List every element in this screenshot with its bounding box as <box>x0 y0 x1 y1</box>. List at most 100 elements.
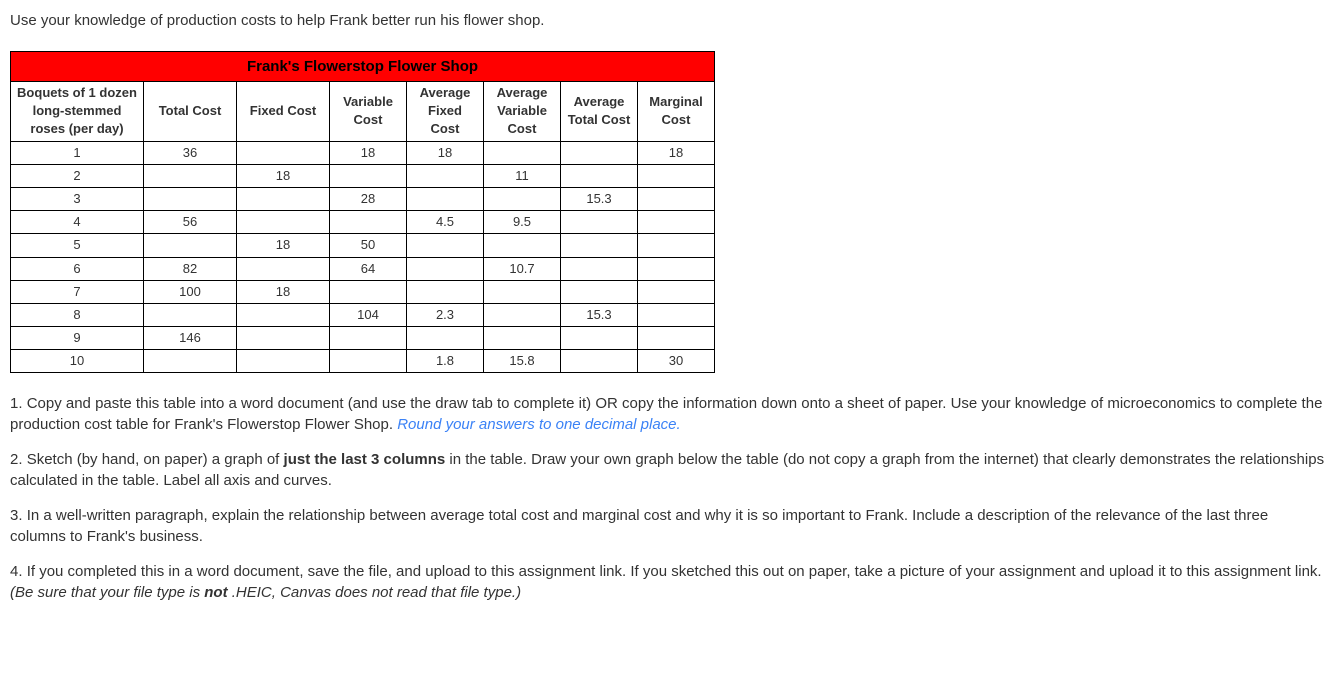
header-row: Boquets of 1 dozen long-stemmed roses (p… <box>11 82 715 142</box>
table-row: 2 18 11 <box>11 164 715 187</box>
cell-tc: 82 <box>144 257 237 280</box>
cell-avc: 11 <box>484 164 561 187</box>
cell-fc <box>237 327 330 350</box>
cell-vc: 64 <box>330 257 407 280</box>
header-afc: Average Fixed Cost <box>407 82 484 142</box>
cell-vc <box>330 280 407 303</box>
cell-tc <box>144 187 237 210</box>
header-tc: Total Cost <box>144 82 237 142</box>
question-3: 3. In a well-written paragraph, explain … <box>10 505 1325 547</box>
cell-qty: 2 <box>11 164 144 187</box>
cell-atc <box>561 350 638 373</box>
cell-atc: 15.3 <box>561 187 638 210</box>
cell-atc <box>561 164 638 187</box>
cell-fc <box>237 257 330 280</box>
cell-fc: 18 <box>237 280 330 303</box>
cell-qty: 6 <box>11 257 144 280</box>
cell-afc: 1.8 <box>407 350 484 373</box>
cell-afc <box>407 280 484 303</box>
q1-num: 1. <box>10 395 27 412</box>
cell-afc <box>407 164 484 187</box>
cell-avc <box>484 303 561 326</box>
cell-qty: 10 <box>11 350 144 373</box>
cell-fc <box>237 187 330 210</box>
q4-num: 4. <box>10 563 27 580</box>
cell-tc: 146 <box>144 327 237 350</box>
q3-num: 3. <box>10 507 27 524</box>
table-row: 5 1850 <box>11 234 715 257</box>
header-qty: Boquets of 1 dozen long-stemmed roses (p… <box>11 82 144 142</box>
cell-tc: 100 <box>144 280 237 303</box>
cell-avc <box>484 187 561 210</box>
cell-qty: 1 <box>11 141 144 164</box>
cell-avc: 9.5 <box>484 211 561 234</box>
cell-avc: 15.8 <box>484 350 561 373</box>
intro-text: Use your knowledge of production costs t… <box>10 10 1325 31</box>
cell-afc <box>407 257 484 280</box>
cell-fc <box>237 303 330 326</box>
cell-atc: 15.3 <box>561 303 638 326</box>
q3-text: In a well-written paragraph, explain the… <box>10 507 1268 545</box>
cell-atc <box>561 141 638 164</box>
q4-italic-b: .HEIC, Canvas does not read that file ty… <box>228 584 521 601</box>
cell-qty: 8 <box>11 303 144 326</box>
cell-afc: 2.3 <box>407 303 484 326</box>
cell-avc: 10.7 <box>484 257 561 280</box>
cell-qty: 5 <box>11 234 144 257</box>
cell-tc <box>144 234 237 257</box>
cell-qty: 3 <box>11 187 144 210</box>
cell-mc <box>638 234 715 257</box>
q4-italic-a: (Be sure that your file type is <box>10 584 204 601</box>
cell-fc <box>237 141 330 164</box>
table-row: 9146 <box>11 327 715 350</box>
q2-bold: just the last 3 columns <box>284 451 446 468</box>
table-row: 32815.3 <box>11 187 715 210</box>
cell-mc <box>638 327 715 350</box>
table-row: 682 64 10.7 <box>11 257 715 280</box>
cell-tc: 36 <box>144 141 237 164</box>
header-atc: Average Total Cost <box>561 82 638 142</box>
table-title: Frank's Flowerstop Flower Shop <box>10 51 715 81</box>
cell-vc <box>330 164 407 187</box>
cell-mc <box>638 187 715 210</box>
cell-avc <box>484 234 561 257</box>
cell-afc <box>407 327 484 350</box>
cell-fc: 18 <box>237 164 330 187</box>
q1-hint: Round your answers to one decimal place. <box>397 416 681 433</box>
cell-vc: 50 <box>330 234 407 257</box>
cell-avc <box>484 327 561 350</box>
cell-vc <box>330 350 407 373</box>
cell-atc <box>561 280 638 303</box>
cell-tc <box>144 303 237 326</box>
cell-fc <box>237 211 330 234</box>
cell-tc <box>144 164 237 187</box>
cell-mc <box>638 280 715 303</box>
cell-mc <box>638 211 715 234</box>
cell-qty: 9 <box>11 327 144 350</box>
cell-tc <box>144 350 237 373</box>
question-2: 2. Sketch (by hand, on paper) a graph of… <box>10 449 1325 491</box>
cell-vc <box>330 211 407 234</box>
cell-mc <box>638 303 715 326</box>
cell-mc <box>638 164 715 187</box>
cell-mc <box>638 257 715 280</box>
header-avc: Average Variable Cost <box>484 82 561 142</box>
table-row: 81042.315.3 <box>11 303 715 326</box>
cell-qty: 7 <box>11 280 144 303</box>
cell-mc: 30 <box>638 350 715 373</box>
q2-text-a: Sketch (by hand, on paper) a graph of <box>27 451 284 468</box>
table-row: 10 1.815.8 30 <box>11 350 715 373</box>
cell-fc <box>237 350 330 373</box>
cell-afc: 4.5 <box>407 211 484 234</box>
cell-fc: 18 <box>237 234 330 257</box>
cell-mc: 18 <box>638 141 715 164</box>
table-row: 710018 <box>11 280 715 303</box>
header-vc: Variable Cost <box>330 82 407 142</box>
cell-afc: 18 <box>407 141 484 164</box>
q4-text-a: If you completed this in a word document… <box>27 563 1322 580</box>
cost-table: Frank's Flowerstop Flower Shop Boquets o… <box>10 51 715 373</box>
cell-atc <box>561 234 638 257</box>
cell-atc <box>561 257 638 280</box>
header-fc: Fixed Cost <box>237 82 330 142</box>
cell-avc <box>484 280 561 303</box>
